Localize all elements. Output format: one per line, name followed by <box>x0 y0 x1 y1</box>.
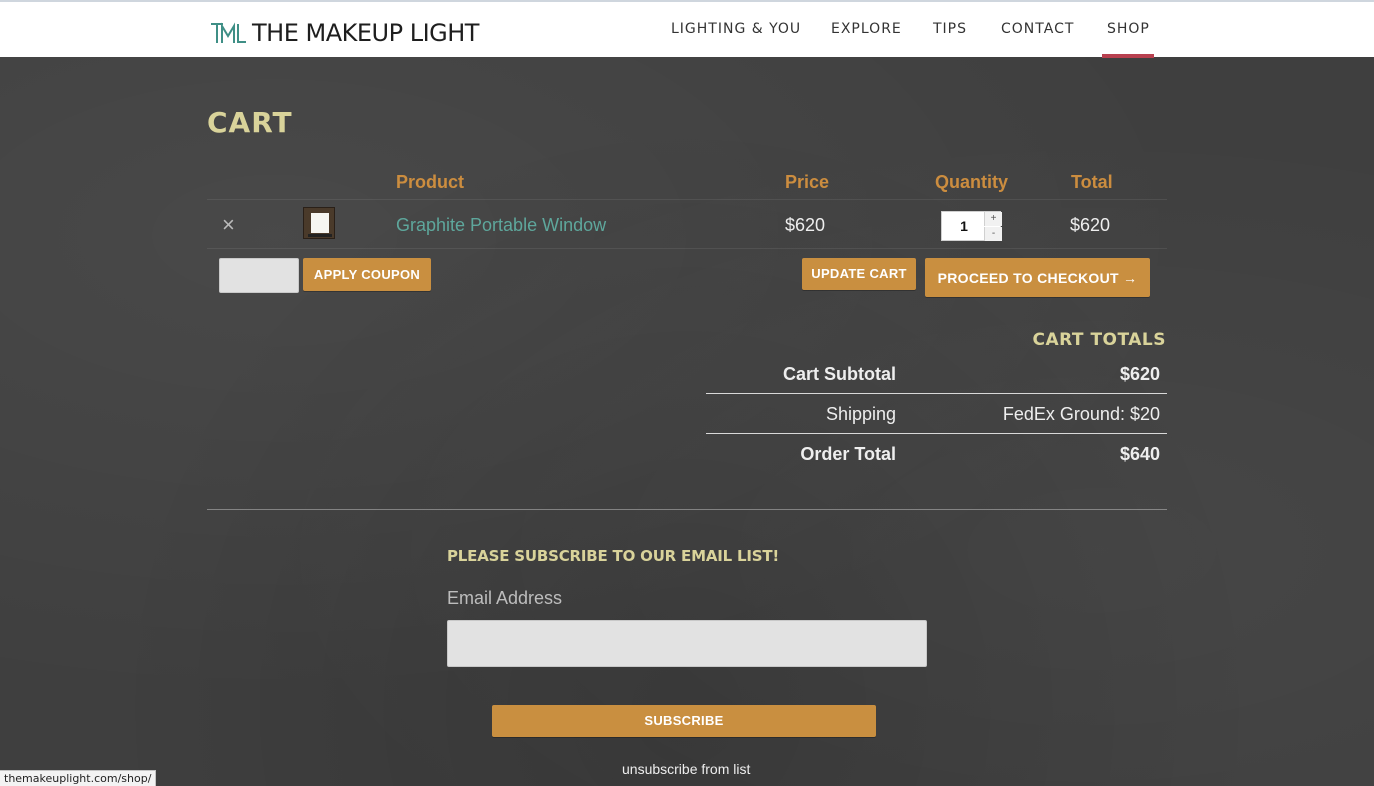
nav-shop[interactable]: SHOP <box>1107 21 1150 37</box>
email-label: Email Address <box>447 588 563 608</box>
product-price: $620 <box>785 215 826 235</box>
page-title: CART <box>207 106 293 139</box>
apply-coupon-button[interactable]: APPLY COUPON <box>303 258 431 291</box>
subtotal-value: $620 <box>1119 364 1160 384</box>
site-logo[interactable]: THE MAKEUP LIGHT <box>210 18 479 48</box>
cart-totals-title: CART TOTALS <box>1032 330 1166 350</box>
column-header-price: Price <box>785 172 830 192</box>
proceed-to-checkout-button[interactable]: PROCEED TO CHECKOUT → <box>925 258 1150 297</box>
section-divider <box>207 509 1167 510</box>
product-thumbnail[interactable] <box>303 207 335 239</box>
site-header: THE MAKEUP LIGHT LIGHTING & YOU EXPLORE … <box>0 0 1374 58</box>
nav-contact[interactable]: CONTACT <box>1001 21 1074 37</box>
totals-divider <box>706 393 1167 394</box>
column-header-quantity: Quantity <box>935 172 1009 192</box>
email-field[interactable] <box>447 620 927 667</box>
quantity-stepper[interactable]: 1 + - <box>941 211 1002 241</box>
update-cart-button[interactable]: UPDATE CART <box>802 258 916 290</box>
table-row-divider <box>207 248 1167 249</box>
shipping-label: Shipping <box>825 404 896 424</box>
totals-divider <box>706 433 1167 434</box>
quantity-decrease-button[interactable]: - <box>984 227 1002 241</box>
browser-status-bar: themakeuplight.com/shop/ <box>0 770 157 786</box>
unsubscribe-link[interactable]: unsubscribe from list <box>622 761 750 777</box>
table-header-divider <box>207 199 1167 200</box>
quantity-input[interactable]: 1 <box>942 218 986 234</box>
product-name-link[interactable]: Graphite Portable Window <box>396 215 606 236</box>
column-header-product: Product <box>396 172 465 192</box>
tml-monogram-icon <box>211 22 246 43</box>
shipping-value: FedEx Ground: $20 <box>1002 404 1160 424</box>
close-icon[interactable]: × <box>222 214 235 236</box>
product-line-total: $620 <box>1070 215 1111 235</box>
logo-text: THE MAKEUP LIGHT <box>252 19 479 47</box>
order-total-value: $640 <box>1119 444 1160 464</box>
column-header-total: Total <box>1071 172 1113 192</box>
quantity-increase-button[interactable]: + <box>984 212 1002 226</box>
order-total-label: Order Total <box>800 444 896 464</box>
subscribe-title: PLEASE SUBSCRIBE TO OUR EMAIL LIST! <box>447 547 780 565</box>
nav-tips[interactable]: TIPS <box>933 21 967 37</box>
coupon-code-input[interactable] <box>219 258 299 293</box>
subtotal-label: Cart Subtotal <box>782 364 896 384</box>
subscribe-button[interactable]: SUBSCRIBE <box>492 705 876 737</box>
nav-active-indicator <box>1102 54 1154 58</box>
nav-lighting-and-you[interactable]: LIGHTING & YOU <box>671 21 801 37</box>
nav-explore[interactable]: EXPLORE <box>831 21 902 37</box>
